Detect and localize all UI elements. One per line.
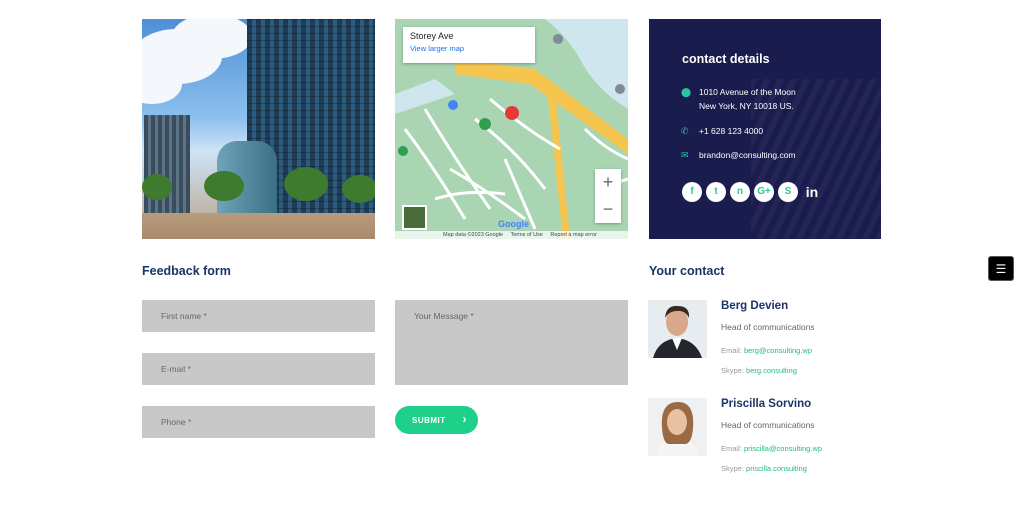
contact-skype-link[interactable]: berg.consulting — [746, 366, 797, 375]
map-terms-link[interactable]: Terms of Use — [510, 232, 542, 238]
phone-number: +1 628 123 4000 — [699, 126, 764, 136]
map-place-card: Storey Ave View larger map — [403, 27, 535, 63]
avatar — [648, 300, 707, 358]
phone-item: ✆ +1 628 123 4000 — [681, 124, 763, 138]
zoom-in-button[interactable]: + — [595, 169, 621, 196]
submit-label: SUBMIT — [412, 415, 446, 425]
map-place-name: Storey Ave — [410, 31, 454, 41]
feedback-form-title: Feedback form — [142, 264, 231, 278]
contact-details-title: contact details — [682, 52, 770, 66]
social-links: f t n G+ S in — [682, 182, 822, 202]
message-textarea[interactable] — [395, 300, 628, 385]
contact-name: Berg Devien — [721, 300, 789, 312]
map-satellite-toggle[interactable] — [402, 205, 427, 230]
contact-email-line: Email: priscilla@consulting.wp — [721, 444, 822, 453]
menu-icon[interactable]: ☰ — [988, 256, 1014, 281]
phone-icon: ✆ — [681, 126, 689, 136]
contact-details-card: contact details ⬤ 1010 Avenue of the Moon… — [649, 19, 881, 239]
building-photo — [142, 19, 375, 239]
contact-skype-link[interactable]: priscilla.consulting — [746, 464, 807, 473]
email-label: Email: — [721, 346, 742, 355]
map-data-credit: Map data ©2023 Google — [443, 232, 504, 238]
skype-label: Skype: — [721, 366, 744, 375]
chevron-right-icon: › — [462, 412, 467, 426]
skype-label: Skype: — [721, 464, 744, 473]
address-line-2: New York, NY 10018 US. — [699, 101, 794, 111]
facebook-icon[interactable]: f — [682, 182, 702, 202]
contact-email-line: Email: berg@consulting.wp — [721, 346, 812, 355]
google-plus-icon[interactable]: G+ — [754, 182, 774, 202]
submit-button[interactable]: SUBMIT › — [395, 406, 478, 434]
linkedin-n-icon[interactable]: n — [730, 182, 750, 202]
page: Storey Ave View larger map + − Google Ma… — [0, 0, 1024, 513]
contact-email[interactable]: brandon@consulting.com — [699, 148, 796, 162]
contact-name: Priscilla Sorvino — [721, 398, 812, 410]
your-contact-title: Your contact — [649, 264, 725, 278]
location-pin-icon: ⬤ — [681, 87, 692, 97]
email-item: ✉ brandon@consulting.com — [681, 148, 796, 162]
contact-skype-line: Skype: berg.consulting — [721, 366, 797, 375]
contact-role: Head of communications — [721, 420, 815, 430]
contact-person: Priscilla Sorvino Head of communications… — [648, 398, 888, 478]
zoom-out-button[interactable]: − — [595, 196, 621, 223]
contact-email-link[interactable]: priscilla@consulting.wp — [744, 444, 822, 453]
first-name-input[interactable] — [142, 300, 375, 332]
map-footer: Map data ©2023 Google Terms of Use Repor… — [395, 231, 628, 239]
contact-email-link[interactable]: berg@consulting.wp — [744, 346, 812, 355]
contact-skype-line: Skype: priscilla.consulting — [721, 464, 807, 473]
phone-input[interactable] — [142, 406, 375, 438]
map-report-link[interactable]: Report a map error — [550, 232, 596, 238]
linkedin-icon[interactable]: in — [802, 182, 822, 202]
location-map[interactable]: Storey Ave View larger map + − Google Ma… — [395, 19, 628, 239]
google-logo: Google — [498, 219, 529, 229]
skype-icon[interactable]: S — [778, 182, 798, 202]
avatar — [648, 398, 707, 456]
address-line-1: 1010 Avenue of the Moon — [699, 87, 796, 97]
address-item: ⬤ 1010 Avenue of the Moon New York, NY 100… — [681, 85, 796, 113]
email-input[interactable] — [142, 353, 375, 385]
contact-person: Berg Devien Head of communications Email… — [648, 300, 888, 380]
contact-role: Head of communications — [721, 322, 815, 332]
map-zoom-controls: + − — [595, 169, 621, 223]
view-larger-map-link[interactable]: View larger map — [410, 44, 528, 53]
email-label: Email: — [721, 444, 742, 453]
twitter-icon[interactable]: t — [706, 182, 726, 202]
envelope-icon: ✉ — [681, 150, 689, 160]
